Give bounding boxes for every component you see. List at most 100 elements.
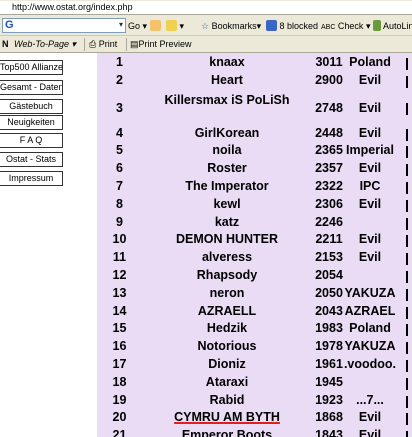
web-to-page-button[interactable]: Web-To-Page ▾ bbox=[14, 38, 76, 51]
rank-cell: 6 bbox=[116, 161, 123, 176]
rank-cell: 13 bbox=[112, 285, 127, 300]
nav-button[interactable]: Ostat - Stats bbox=[0, 152, 63, 167]
nav-button[interactable]: Neuigkeiten bbox=[0, 115, 63, 130]
player-name[interactable]: CYMRU AM BYTH bbox=[142, 410, 312, 424]
player-name[interactable]: Killersmax iS PoLiSh bbox=[142, 93, 312, 107]
rank-cell: 1 bbox=[116, 55, 123, 69]
points-cell: 2054 bbox=[315, 268, 343, 282]
row-divider bbox=[406, 431, 408, 437]
rank-cell: 16 bbox=[112, 339, 127, 354]
table-row: 12 Rhapsody 2054 bbox=[97, 268, 412, 286]
row-divider bbox=[406, 324, 408, 337]
popup-blocker-icon[interactable] bbox=[150, 19, 161, 33]
rank-cell: 4 bbox=[116, 125, 123, 140]
table-row: 20 CYMRU AM BYTH 1868 Evil bbox=[97, 410, 412, 428]
print-button[interactable]: ⎙ Print bbox=[89, 38, 117, 51]
blocked-button[interactable]: 8 blocked bbox=[266, 19, 318, 33]
player-name[interactable]: Notorious bbox=[142, 339, 312, 353]
go-button[interactable]: Go ▾ bbox=[128, 19, 147, 33]
table-row: 6 Roster 2357 Evil bbox=[97, 161, 412, 179]
rank-cell: 10 bbox=[112, 232, 127, 247]
alliance-tag: Imperial bbox=[346, 143, 394, 158]
alliance-tag: Evil bbox=[358, 232, 382, 247]
alliance-tag: Evil bbox=[358, 410, 382, 425]
chevron-down-icon[interactable]: ▾ bbox=[119, 20, 123, 29]
spellcheck-button[interactable]: ABC Check ▾ bbox=[321, 19, 370, 33]
player-name[interactable]: Heart bbox=[142, 73, 312, 87]
nav-button[interactable]: F A Q bbox=[0, 133, 63, 148]
rank-cell: 9 bbox=[116, 214, 123, 229]
alliance-tag: .voodoo. bbox=[343, 357, 397, 371]
row-divider bbox=[406, 342, 408, 355]
player-name[interactable]: GirlKorean bbox=[142, 126, 312, 140]
player-name[interactable]: Rabid bbox=[142, 393, 312, 407]
player-name[interactable]: neron bbox=[142, 286, 312, 300]
alliance-tag: Evil bbox=[358, 196, 382, 211]
url-field[interactable]: http://www.ostat.org/index.php bbox=[0, 1, 412, 14]
row-divider bbox=[406, 128, 408, 141]
row-divider bbox=[406, 58, 408, 70]
alliance-tag: Evil bbox=[358, 72, 382, 87]
player-name[interactable]: Emperor Boots bbox=[142, 428, 312, 437]
table-row: 21 Emperor Boots 1843 Evil bbox=[97, 428, 412, 437]
news-icon[interactable]: ▾ bbox=[166, 19, 184, 33]
player-name[interactable]: DEMON HUNTER bbox=[142, 232, 312, 246]
player-name[interactable]: Dioniz bbox=[142, 357, 312, 371]
table-row: 14 AZRAELL 2043 AZRAEL bbox=[97, 304, 412, 322]
rank-cell: 21 bbox=[112, 428, 127, 437]
google-search-box[interactable]: G ▾ bbox=[2, 18, 126, 33]
player-name[interactable]: Rhapsody bbox=[142, 268, 312, 282]
table-row: 16 Notorious 1978 YAKUZA bbox=[97, 339, 412, 357]
toolbar-brand-fragment: N bbox=[2, 39, 9, 49]
alliance-tag: YAKUZA bbox=[344, 339, 396, 354]
alliance-tag: IPC bbox=[359, 179, 381, 193]
player-name[interactable]: Hedzik bbox=[142, 321, 312, 335]
nav-button[interactable]: Gästebuch bbox=[0, 99, 63, 114]
alliance-tag: ...7... bbox=[356, 392, 384, 407]
row-divider bbox=[406, 288, 408, 301]
player-name[interactable]: Roster bbox=[142, 161, 312, 175]
web-to-page-toolbar: N Web-To-Page ▾ ⎙ Print ▤Print Preview bbox=[0, 36, 412, 53]
rank-cell: 19 bbox=[112, 392, 127, 407]
row-divider bbox=[406, 413, 408, 426]
rank-cell: 11 bbox=[112, 250, 127, 265]
rank-cell: 17 bbox=[112, 357, 127, 371]
autolink-button[interactable]: AutoLin bbox=[373, 19, 412, 33]
alliance-tag: Evil bbox=[358, 161, 382, 176]
row-divider bbox=[406, 164, 408, 177]
print-label: Print bbox=[98, 39, 118, 49]
rank-cell: 20 bbox=[112, 410, 127, 425]
nav-button[interactable]: Top500 Allianzen bbox=[0, 60, 63, 75]
rank-cell: 5 bbox=[116, 143, 123, 158]
site-nav: Top500 Allianzen Gesamt - Daten Gästebuch N… bbox=[0, 53, 97, 437]
bookmarks-button[interactable]: ☆ Bookmarks▾ bbox=[201, 19, 261, 33]
address-bar[interactable]: http://www.ostat.org/index.php bbox=[0, 0, 412, 15]
player-name[interactable]: knaax bbox=[142, 55, 312, 69]
player-name[interactable]: kewl bbox=[142, 197, 312, 211]
nav-button[interactable]: Impressum bbox=[0, 171, 63, 186]
nav-button[interactable]: Gesamt - Daten bbox=[0, 80, 63, 95]
table-row: 18 Ataraxi 1945 bbox=[97, 375, 412, 393]
player-name[interactable]: noila bbox=[142, 143, 312, 157]
table-row: 19 Rabid 1923 ...7... bbox=[97, 393, 412, 411]
print-preview-button[interactable]: ▤Print Preview bbox=[130, 38, 192, 51]
autolink-label: AutoLin bbox=[383, 21, 412, 31]
points-cell: 2246 bbox=[315, 214, 343, 229]
ranking-table: 1 knaax 3011 Poland 2 Heart 2900 Evil 3 Killersma… bbox=[97, 53, 412, 437]
go-label: Go bbox=[128, 21, 141, 31]
row-divider bbox=[406, 75, 408, 88]
rank-cell: 8 bbox=[116, 196, 123, 211]
alliance-tag: YAKUZA bbox=[344, 285, 396, 300]
alliance-tag: AZRAEL bbox=[344, 303, 396, 318]
player-name[interactable]: Ataraxi bbox=[142, 375, 312, 389]
table-row: 7 The Imperator 2322 IPC bbox=[97, 179, 412, 197]
rank-cell: 12 bbox=[112, 268, 127, 282]
check-label: Check bbox=[337, 21, 364, 31]
player-name[interactable]: The Imperator bbox=[142, 179, 312, 193]
row-divider bbox=[406, 253, 408, 266]
player-name[interactable]: katz bbox=[142, 215, 312, 229]
player-name[interactable]: alveress bbox=[142, 250, 312, 264]
web-to-page-label: Web-To-Page bbox=[14, 39, 70, 49]
table-row: 1 knaax 3011 Poland bbox=[97, 55, 412, 73]
player-name[interactable]: AZRAELL bbox=[142, 304, 312, 318]
